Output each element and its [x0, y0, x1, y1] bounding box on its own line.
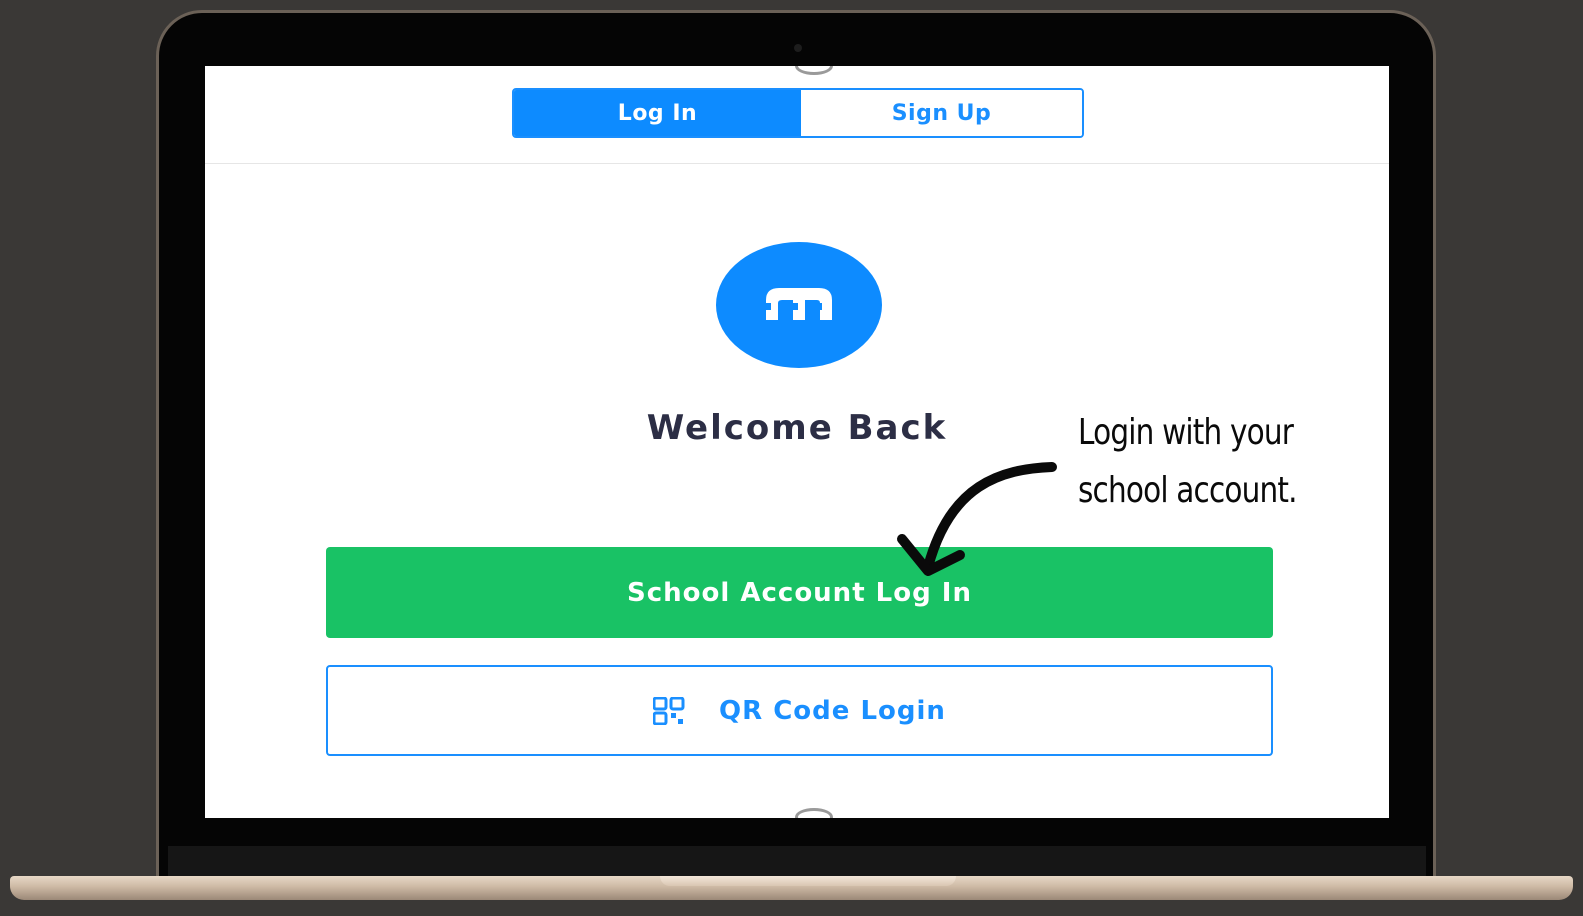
tab-sign-up[interactable]: Sign Up	[801, 90, 1082, 136]
auth-tab-group: Log In Sign Up	[512, 88, 1084, 138]
qr-code-icon	[652, 696, 685, 725]
annotation-arrow-icon	[897, 462, 1057, 576]
school-account-login-button[interactable]: School Account Log In	[326, 547, 1273, 638]
laptop-base-notch	[660, 876, 956, 886]
scroll-handle-bottom	[795, 808, 833, 818]
auth-header: Log In Sign Up	[205, 66, 1389, 164]
qr-code-login-button[interactable]: QR Code Login	[326, 665, 1273, 756]
laptop-base	[10, 876, 1573, 900]
annotation-line-1: Login with your	[1078, 412, 1294, 453]
qr-code-login-label: QR Code Login	[719, 695, 946, 726]
stage: Log In Sign Up Welcome Back School Accou…	[0, 0, 1583, 916]
annotation-line-2: school account.	[1078, 470, 1298, 511]
annotation-callout: Login with your school account.	[1078, 404, 1324, 520]
tab-log-in[interactable]: Log In	[514, 90, 801, 136]
screen-bezel-bottom	[168, 846, 1426, 876]
camera-dot	[794, 44, 802, 52]
m-logo-icon	[716, 242, 882, 368]
